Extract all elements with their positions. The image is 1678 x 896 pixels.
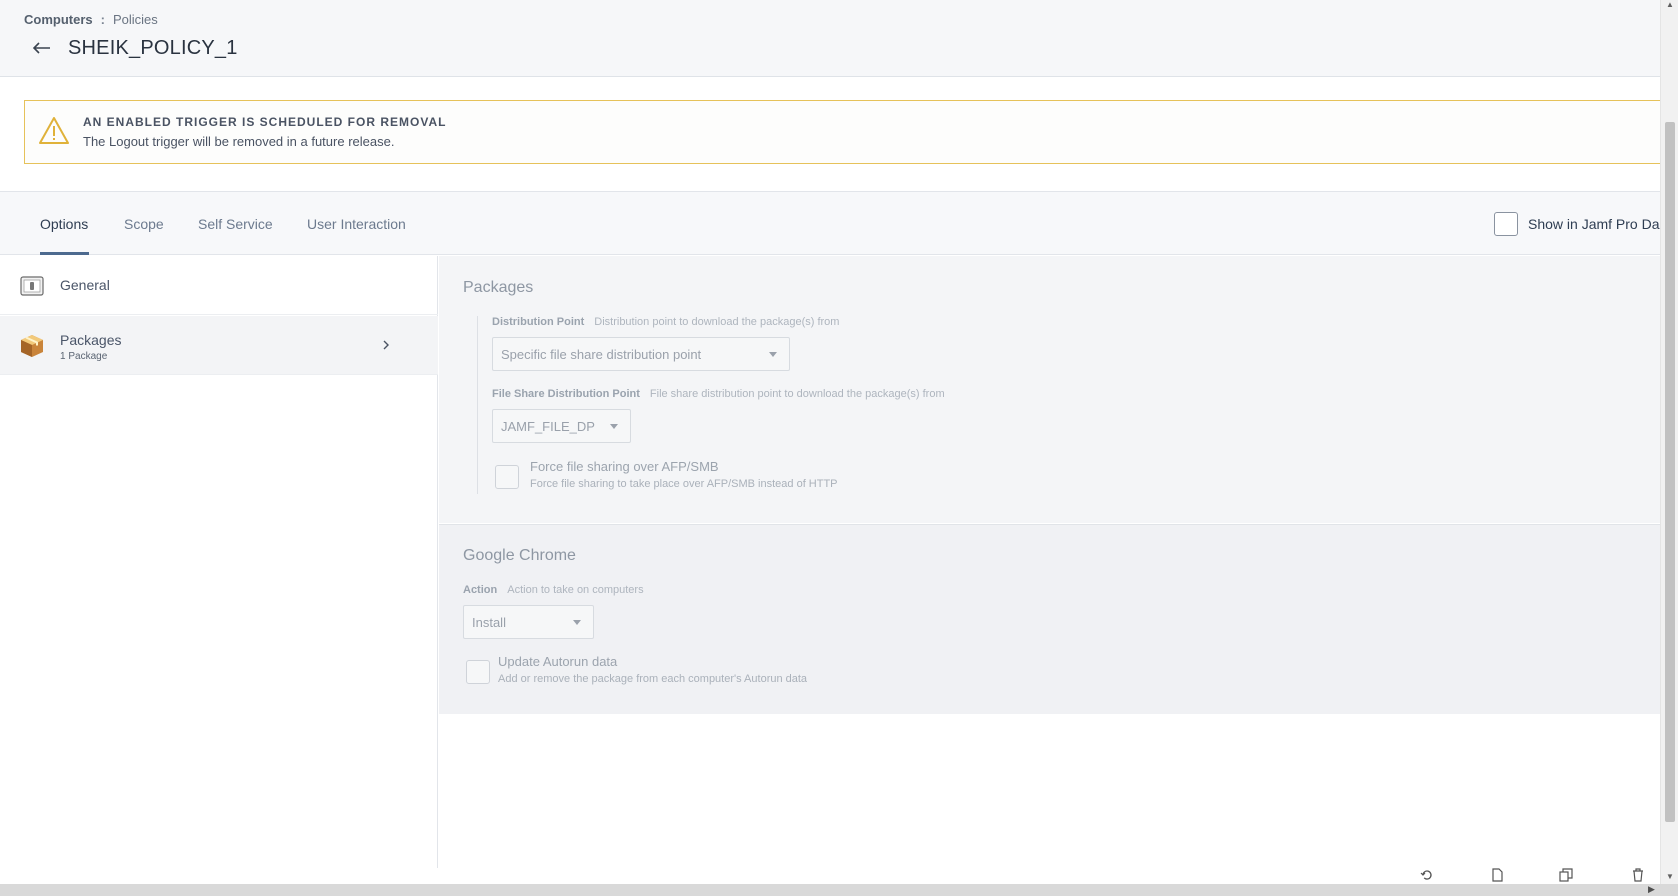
action-select[interactable]: Install — [463, 605, 594, 639]
tab-options[interactable]: Options — [40, 216, 88, 232]
package-icon — [20, 333, 44, 357]
horizontal-scrollbar[interactable]: ▶ — [0, 884, 1678, 896]
warning-icon — [38, 115, 70, 147]
tab-bar: Options Scope Self Service User Interact… — [0, 191, 1667, 255]
dropdown-caret-icon — [769, 352, 777, 357]
history-icon[interactable] — [1420, 868, 1434, 882]
page-header: Computers : Policies SHEIK_POLICY_1 — [0, 0, 1660, 77]
distribution-point-select[interactable]: Specific file share distribution point — [492, 337, 790, 371]
active-tab-indicator — [40, 252, 89, 255]
general-icon — [20, 274, 44, 298]
page: Computers : Policies SHEIK_POLICY_1 AN E… — [0, 0, 1678, 896]
google-chrome-section: Google Chrome Action Action to take on co… — [439, 524, 1660, 714]
tab-scope[interactable]: Scope — [124, 216, 164, 232]
distribution-point-value: Specific file share distribution point — [501, 346, 702, 362]
banner-message: The Logout trigger will be removed in a … — [83, 134, 395, 149]
file-share-dp-select[interactable]: JAMF_FILE_DP — [492, 409, 631, 443]
update-autorun-description: Add or remove the package from each comp… — [498, 673, 808, 685]
tab-self-service[interactable]: Self Service — [198, 216, 273, 232]
vertical-scrollbar[interactable]: ▲ ▼ — [1660, 0, 1678, 884]
breadcrumb: Computers : Policies — [24, 12, 158, 27]
payload-content: Packages Distribution Point Distribution … — [439, 256, 1660, 868]
force-smb-checkbox[interactable] — [495, 465, 519, 489]
packages-section: Packages Distribution Point Distribution … — [439, 256, 1660, 523]
show-in-dashboard-checkbox[interactable] — [1494, 212, 1518, 236]
warning-banner: AN ENABLED TRIGGER IS SCHEDULED FOR REMO… — [24, 100, 1664, 164]
package-settings-group: Distribution Point Distribution point to … — [477, 316, 1660, 494]
delete-icon[interactable] — [1631, 868, 1645, 882]
document-icon[interactable] — [1490, 868, 1504, 882]
sidebar-item-label: General — [60, 277, 110, 293]
force-smb-label: Force file sharing over AFP/SMB — [530, 459, 719, 474]
file-share-dp-label: File Share Distribution Point File share … — [492, 388, 945, 400]
sidebar-item-general[interactable]: General — [0, 256, 438, 315]
title-row: SHEIK_POLICY_1 — [30, 36, 238, 60]
action-label: Action Action to take on computers — [463, 584, 644, 596]
distribution-point-label: Distribution Point Distribution point to … — [492, 316, 840, 328]
sidebar-item-sublabel: 1 Package — [60, 351, 108, 362]
breadcrumb-separator: : — [100, 12, 105, 27]
tab-user-interaction[interactable]: User Interaction — [307, 216, 406, 232]
section-title-chrome: Google Chrome — [463, 547, 576, 564]
scroll-down-arrow-icon[interactable]: ▼ — [1666, 872, 1674, 881]
section-title-packages: Packages — [463, 279, 534, 296]
banner-title: AN ENABLED TRIGGER IS SCHEDULED FOR REMO… — [83, 115, 447, 129]
scroll-up-arrow-icon[interactable]: ▲ — [1666, 0, 1674, 9]
payload-sidebar: General Packages 1 Package — [0, 256, 438, 868]
dropdown-caret-icon — [573, 620, 581, 625]
dropdown-caret-icon — [610, 424, 618, 429]
clone-icon[interactable] — [1559, 868, 1573, 882]
update-autorun-checkbox[interactable] — [466, 660, 490, 684]
force-smb-description: Force file sharing to take place over AF… — [530, 478, 838, 490]
back-arrow-icon[interactable] — [30, 36, 54, 60]
file-share-dp-value: JAMF_FILE_DP — [501, 418, 595, 434]
breadcrumb-computers[interactable]: Computers — [24, 12, 93, 27]
chevron-right-icon — [380, 338, 392, 350]
action-value: Install — [472, 614, 506, 630]
update-autorun-label: Update Autorun data — [498, 654, 618, 669]
show-in-dashboard-toggle: Show in Jamf Pro Das — [1494, 212, 1667, 236]
sidebar-item-label: Packages — [60, 332, 122, 348]
page-title: SHEIK_POLICY_1 — [68, 36, 238, 59]
breadcrumb-policies[interactable]: Policies — [113, 12, 158, 27]
vertical-scroll-thumb[interactable] — [1665, 122, 1675, 822]
scroll-right-arrow-icon[interactable]: ▶ — [1648, 884, 1655, 895]
show-in-dashboard-label: Show in Jamf Pro Das — [1528, 216, 1667, 232]
sidebar-item-packages[interactable]: Packages 1 Package — [0, 316, 438, 375]
